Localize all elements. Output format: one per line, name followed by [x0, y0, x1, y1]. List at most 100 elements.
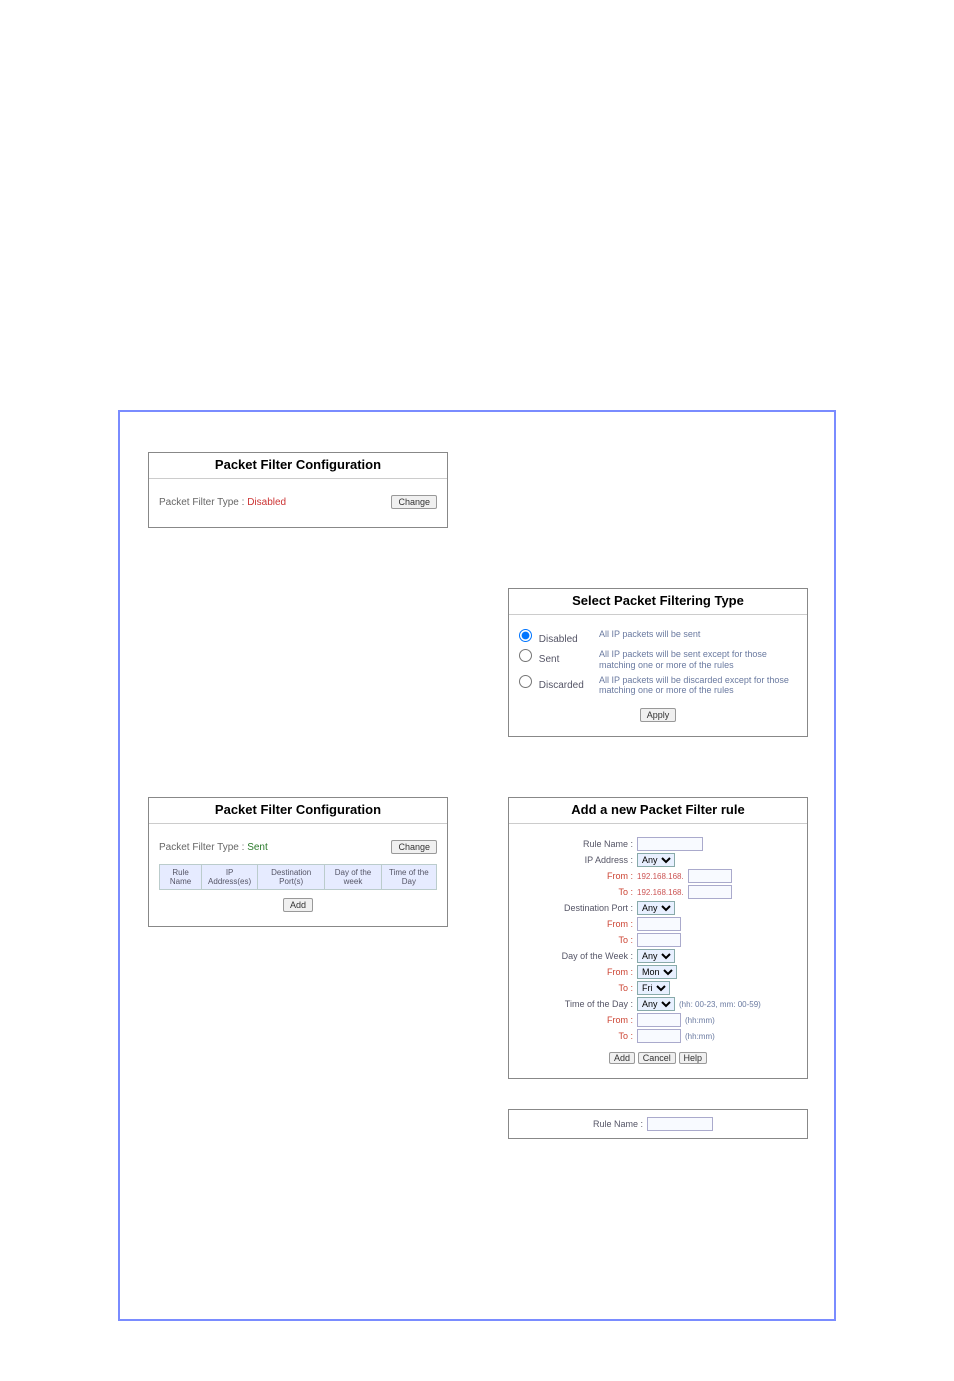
table-header-row: Rule Name IP Address(es) Destination Por… — [160, 865, 437, 890]
config-line: Packet Filter Type : Sent Change — [159, 836, 437, 858]
dow-to-value: Fri — [637, 981, 787, 995]
rule-name-mini-panel: Rule Name : — [508, 1109, 808, 1139]
type-label: Packet Filter Type : — [159, 842, 244, 853]
col-right-2: Select Packet Filtering Type Disabled Al… — [508, 588, 808, 737]
port-select[interactable]: Any — [637, 901, 675, 915]
ip-from-label: From : — [533, 871, 633, 881]
cancel-button[interactable]: Cancel — [638, 1052, 676, 1064]
radio-label[interactable]: Disabled — [519, 629, 589, 645]
tod-label: Time of the Day : — [533, 999, 633, 1009]
panel-body: Disabled All IP packets will be sent Sen… — [509, 623, 807, 726]
mini-rule-name-row: Rule Name : — [519, 1116, 797, 1132]
tod-to-hint: (hh:mm) — [685, 1032, 715, 1041]
packet-filter-config-disabled-panel: Packet Filter Configuration Packet Filte… — [148, 452, 448, 528]
tod-to-input[interactable] — [637, 1029, 681, 1043]
panel-body: Packet Filter Type : Disabled Change — [149, 487, 447, 517]
port-label: Destination Port : — [533, 903, 633, 913]
tod-from-label: From : — [533, 1015, 633, 1025]
tod-to-value: (hh:mm) — [637, 1029, 787, 1043]
col-dow: Day of the week — [325, 865, 381, 890]
ip-from-prefix: 192.168.168. — [637, 872, 684, 881]
radio-text: Sent — [539, 654, 560, 665]
type-value-disabled: Disabled — [247, 497, 286, 508]
col-port: Destination Port(s) — [258, 865, 325, 890]
ip-to-label: To : — [533, 887, 633, 897]
ip-select[interactable]: Any — [637, 853, 675, 867]
radio-row-sent: Sent All IP packets will be sent except … — [519, 647, 797, 673]
rules-table: Rule Name IP Address(es) Destination Por… — [159, 864, 437, 890]
panel-title: Select Packet Filtering Type — [509, 589, 807, 615]
rule-name-label: Rule Name : — [533, 839, 633, 849]
packet-filter-config-sent-panel: Packet Filter Configuration Packet Filte… — [148, 797, 448, 927]
col-right-1 — [508, 452, 808, 528]
panel-body: Packet Filter Type : Sent Change Rule Na… — [149, 832, 447, 916]
col-ip: IP Address(es) — [202, 865, 258, 890]
radio-disabled[interactable] — [519, 629, 532, 642]
dow-to-label: To : — [533, 983, 633, 993]
radio-desc: All IP packets will be discarded except … — [599, 675, 797, 697]
dow-to-row: To : Fri — [519, 980, 797, 996]
tod-hint: (hh: 00-23, mm: 00-59) — [679, 1000, 761, 1009]
port-to-row: To : — [519, 932, 797, 948]
panel-title: Packet Filter Configuration — [149, 453, 447, 479]
radio-label[interactable]: Discarded — [519, 675, 589, 691]
dow-from-row: From : Mon — [519, 964, 797, 980]
radio-discarded[interactable] — [519, 675, 532, 688]
port-from-input[interactable] — [637, 917, 681, 931]
add-wrap: Add — [159, 898, 437, 912]
port-from-label: From : — [533, 919, 633, 929]
port-row: Destination Port : Any — [519, 900, 797, 916]
panel-title: Add a new Packet Filter rule — [509, 798, 807, 824]
select-filtering-type-panel: Select Packet Filtering Type Disabled Al… — [508, 588, 808, 737]
form-buttons: Add Cancel Help — [519, 1052, 797, 1064]
row-3: Packet Filter Configuration Packet Filte… — [148, 797, 806, 1139]
rule-name-row: Rule Name : — [519, 836, 797, 852]
dow-from-label: From : — [533, 967, 633, 977]
ip-to-prefix: 192.168.168. — [637, 888, 684, 897]
add-button[interactable]: Add — [283, 898, 313, 912]
add-rule-panel: Add a new Packet Filter rule Rule Name :… — [508, 797, 808, 1079]
panel-body: Rule Name : IP Address : Any — [509, 832, 807, 1068]
dow-row: Day of the Week : Any — [519, 948, 797, 964]
rules-table-head: Rule Name IP Address(es) Destination Por… — [160, 865, 437, 890]
tod-row: Time of the Day : Any (hh: 00-23, mm: 00… — [519, 996, 797, 1012]
tod-select[interactable]: Any — [637, 997, 675, 1011]
tod-from-value: (hh:mm) — [637, 1013, 787, 1027]
radio-text: Discarded — [539, 680, 584, 691]
mini-rule-name-input[interactable] — [647, 1117, 713, 1131]
dow-select[interactable]: Any — [637, 949, 675, 963]
col-tod: Time of the Day — [381, 865, 436, 890]
port-from-value — [637, 917, 787, 931]
radio-sent[interactable] — [519, 649, 532, 662]
radio-row-disabled: Disabled All IP packets will be sent — [519, 627, 797, 647]
panel-title: Packet Filter Configuration — [149, 798, 447, 824]
port-to-input[interactable] — [637, 933, 681, 947]
tod-from-row: From : (hh:mm) — [519, 1012, 797, 1028]
ip-label: IP Address : — [533, 855, 633, 865]
ip-to-row: To : 192.168.168. — [519, 884, 797, 900]
row-1: Packet Filter Configuration Packet Filte… — [148, 452, 806, 528]
help-button[interactable]: Help — [679, 1052, 708, 1064]
ip-row: IP Address : Any — [519, 852, 797, 868]
change-button[interactable]: Change — [391, 840, 437, 854]
ip-to-input[interactable] — [688, 885, 732, 899]
tod-from-input[interactable] — [637, 1013, 681, 1027]
add-rule-button[interactable]: Add — [609, 1052, 635, 1064]
dow-to-select[interactable]: Fri — [637, 981, 670, 995]
change-button[interactable]: Change — [391, 495, 437, 509]
dow-value: Any — [637, 949, 787, 963]
dow-from-select[interactable]: Mon — [637, 965, 677, 979]
mini-rule-name-label: Rule Name : — [593, 1119, 643, 1129]
col-left-1: Packet Filter Configuration Packet Filte… — [148, 452, 448, 528]
ip-from-value: 192.168.168. — [637, 869, 787, 883]
ip-from-row: From : 192.168.168. — [519, 868, 797, 884]
ip-to-value: 192.168.168. — [637, 885, 787, 899]
radio-label[interactable]: Sent — [519, 649, 589, 665]
col-left-2 — [148, 588, 448, 737]
col-left-3: Packet Filter Configuration Packet Filte… — [148, 797, 448, 1139]
ip-value: Any — [637, 853, 787, 867]
ip-from-input[interactable] — [688, 869, 732, 883]
rule-name-input[interactable] — [637, 837, 703, 851]
type-label-wrap: Packet Filter Type : Disabled — [159, 497, 286, 508]
apply-button[interactable]: Apply — [640, 708, 677, 722]
